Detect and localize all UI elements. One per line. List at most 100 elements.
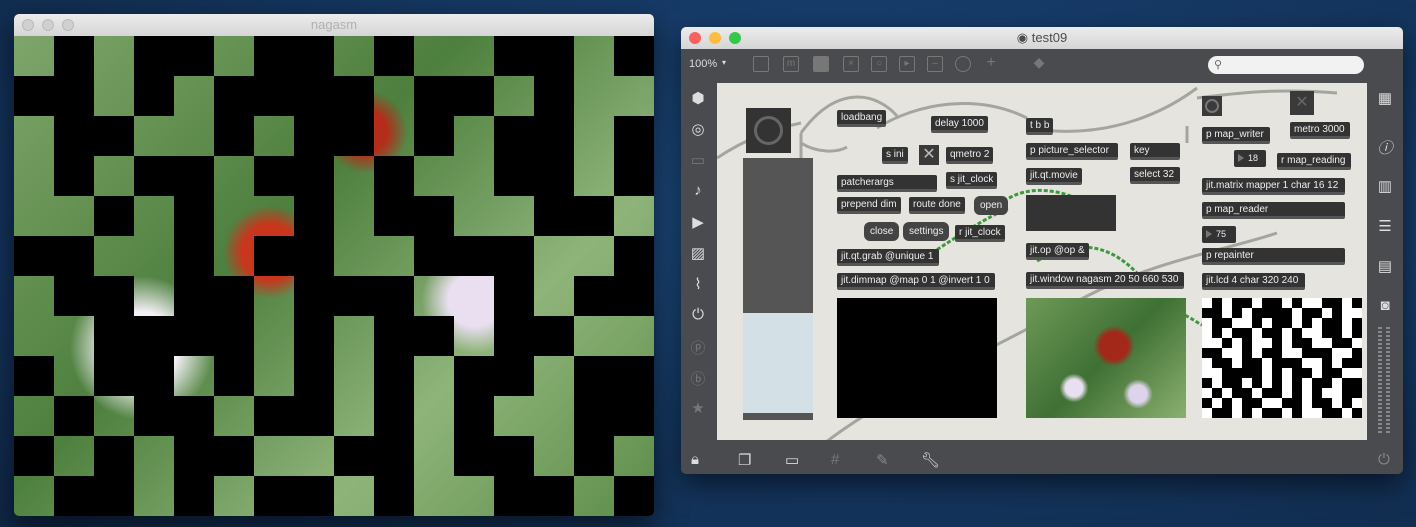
- dial-icon[interactable]: [955, 56, 971, 72]
- message-settings[interactable]: settings: [903, 222, 950, 241]
- object-jit-lcd[interactable]: jit.lcd 4 char 320 240: [1202, 273, 1305, 290]
- object-s-jit-clock[interactable]: s jit_clock: [946, 172, 998, 189]
- new-object-icon[interactable]: [753, 56, 769, 72]
- object-jit-matrix[interactable]: jit.matrix mapper 1 char 16 12: [1202, 178, 1345, 195]
- mosaic-cell: [54, 356, 94, 396]
- power-icon[interactable]: ⏻: [1378, 451, 1390, 468]
- message-icon[interactable]: m: [783, 56, 799, 72]
- object-metro[interactable]: metro 3000: [1290, 122, 1350, 139]
- mosaic-cell: [454, 116, 494, 156]
- reference-icon[interactable]: ▤: [1375, 257, 1395, 275]
- object-jit-dimmap[interactable]: jit.dimmap @map 0 1 @invert 1 0: [837, 273, 995, 290]
- object-t-b-b[interactable]: t b b: [1026, 118, 1054, 135]
- plus-icon[interactable]: +: [983, 55, 999, 72]
- minimize-button[interactable]: [709, 32, 721, 44]
- paperclip-icon[interactable]: ⌇: [688, 275, 708, 293]
- matrixctrl[interactable]: [1026, 195, 1116, 231]
- wrench-icon[interactable]: 🔧︎: [921, 451, 940, 469]
- patcher-canvas[interactable]: loadbang delay 1000 s ini ✕ qmetro 2 s j…: [717, 83, 1367, 440]
- title-bar[interactable]: ◉ test09: [681, 27, 1403, 49]
- chevron-down-icon[interactable]: ▾: [722, 58, 726, 67]
- lcd-cell: [1272, 298, 1282, 308]
- lcd-cell: [1232, 328, 1242, 338]
- object-route[interactable]: route done: [909, 197, 965, 214]
- slider-icon[interactable]: –: [927, 56, 943, 72]
- object-s-ini[interactable]: s ini: [882, 147, 908, 164]
- search-input[interactable]: ⚲: [1208, 56, 1364, 74]
- toggle-x-icon[interactable]: ✕: [919, 145, 939, 165]
- grid-icon[interactable]: #: [831, 451, 839, 468]
- object-delay[interactable]: delay 1000: [931, 116, 988, 133]
- close-button[interactable]: [22, 19, 34, 31]
- object-jit-op[interactable]: jit.op @op &: [1026, 243, 1089, 260]
- b-icon[interactable]: ⓑ: [688, 368, 708, 389]
- windows-icon[interactable]: ❐: [738, 451, 751, 469]
- grid-icon[interactable]: ▦: [1375, 89, 1395, 107]
- minimize-button[interactable]: [42, 19, 54, 31]
- lcd-cell: [1202, 378, 1212, 388]
- video-icon[interactable]: ▶: [688, 213, 708, 231]
- info-icon[interactable]: ⓘ: [1375, 137, 1395, 158]
- mosaic-cell: [454, 476, 494, 516]
- object-jit-qt-grab[interactable]: jit.qt.grab @unique 1: [837, 249, 939, 266]
- object-qmetro[interactable]: qmetro 2: [946, 147, 994, 164]
- object-loadbang[interactable]: loadbang: [837, 110, 887, 127]
- p-icon[interactable]: ⓟ: [688, 337, 708, 358]
- target-icon[interactable]: ◎: [688, 120, 708, 138]
- title-bar[interactable]: nagasm: [14, 14, 654, 36]
- lcd-cell: [1342, 388, 1352, 398]
- object-jit-qt-movie[interactable]: jit.qt.movie: [1026, 168, 1082, 185]
- message-open[interactable]: open: [974, 196, 1009, 215]
- object-prepend[interactable]: prepend dim: [837, 197, 901, 214]
- object-jit-window[interactable]: jit.window nagasm 20 50 660 530: [1026, 272, 1184, 289]
- object-map-writer[interactable]: p map_writer: [1202, 127, 1270, 144]
- cube-icon[interactable]: ⬢: [688, 89, 708, 107]
- number-icon[interactable]: ▸: [899, 56, 915, 72]
- message-close[interactable]: close: [864, 222, 900, 241]
- mosaic-cell: [534, 236, 574, 276]
- mosaic-cell: [334, 316, 374, 356]
- close-button[interactable]: [689, 32, 701, 44]
- lcd-cell: [1352, 368, 1362, 378]
- lock-icon[interactable]: 🔒︎: [691, 451, 699, 468]
- object-picture-selector[interactable]: p picture_selector: [1026, 143, 1118, 160]
- lcd-cell: [1282, 378, 1292, 388]
- media-icon[interactable]: ▭: [688, 151, 708, 169]
- camera-icon[interactable]: ◙: [1375, 297, 1395, 314]
- button-icon[interactable]: ○: [871, 56, 887, 72]
- object-select[interactable]: select 32: [1130, 167, 1180, 184]
- image-icon[interactable]: ▨: [688, 244, 708, 262]
- book-icon[interactable]: ▥: [1375, 177, 1395, 195]
- number-box-18[interactable]: 18: [1234, 150, 1266, 167]
- bang-button[interactable]: [1202, 96, 1222, 116]
- object-repainter[interactable]: p repainter: [1202, 248, 1345, 265]
- object-patcherargs[interactable]: patcherargs: [837, 175, 937, 192]
- lcd-cell: [1312, 398, 1322, 408]
- toggle-icon[interactable]: ×: [843, 56, 859, 72]
- zoom-level[interactable]: 100%: [689, 58, 717, 70]
- list-icon[interactable]: ☰: [1375, 217, 1395, 235]
- mosaic-cell: [54, 476, 94, 516]
- object-key[interactable]: key: [1130, 143, 1180, 160]
- presentation-icon[interactable]: ▭: [785, 451, 799, 469]
- music-note-icon[interactable]: ♪: [688, 182, 708, 199]
- zoom-button[interactable]: [729, 32, 741, 44]
- mosaic-cell: [174, 156, 214, 196]
- level-meter: [1386, 327, 1390, 435]
- object-r-map-reading[interactable]: r map_reading: [1277, 153, 1351, 170]
- bang-large[interactable]: [746, 108, 791, 153]
- number-box-75[interactable]: 75: [1202, 226, 1236, 243]
- zoom-button[interactable]: [62, 19, 74, 31]
- paint-bucket-icon[interactable]: ◆: [1031, 55, 1047, 72]
- debug-icon[interactable]: ✎: [876, 451, 889, 469]
- mosaic-cell: [134, 116, 174, 156]
- plug-icon[interactable]: ⏻: [688, 306, 708, 323]
- object-map-reader[interactable]: p map_reader: [1202, 202, 1345, 219]
- star-icon[interactable]: ★: [688, 399, 708, 417]
- vertical-slider[interactable]: [743, 158, 813, 420]
- toggle-x-icon[interactable]: ✕: [1290, 91, 1314, 115]
- mosaic-cell: [494, 476, 534, 516]
- comment-icon[interactable]: [813, 56, 829, 72]
- object-r-jit-clock[interactable]: r jit_clock: [955, 225, 1005, 242]
- lcd-cell: [1332, 378, 1342, 388]
